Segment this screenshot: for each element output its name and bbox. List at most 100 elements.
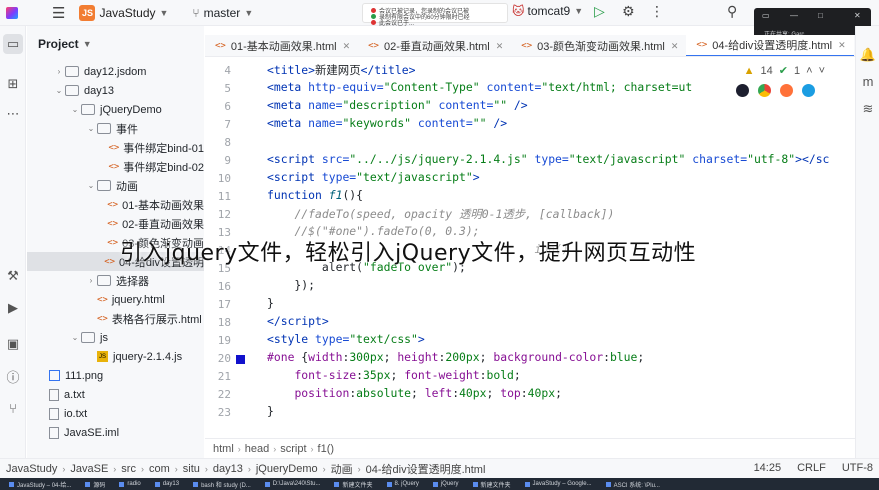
taskbar-item[interactable]: ASCI 系统: \Plu... <box>601 479 665 489</box>
status-path-item[interactable]: 04-给div设置透明度.html <box>366 461 486 477</box>
taskbar-item[interactable]: 源码 <box>80 479 110 489</box>
close-icon[interactable]: ✕ <box>838 40 846 51</box>
status-path-item[interactable]: day13 <box>213 463 243 475</box>
project-tool-icon[interactable]: ▭ <box>3 34 23 54</box>
tree-item[interactable]: ⌄ 动画 <box>27 176 204 195</box>
status-path-item[interactable]: JavaSE <box>70 463 108 475</box>
firefox-icon[interactable] <box>780 84 793 97</box>
notifications-icon[interactable]: 🔔 <box>859 46 877 64</box>
status-path-item[interactable]: src <box>121 463 136 475</box>
color-swatch-icon[interactable] <box>236 355 245 364</box>
tree-item[interactable]: <> 事件绑定bind-01 <box>27 138 204 157</box>
vcs-branch[interactable]: master <box>204 6 241 20</box>
taskbar-item[interactable]: 新建文件夹 <box>468 479 516 489</box>
taskbar-item[interactable]: day13 <box>150 479 184 489</box>
taskbar-item[interactable]: D:\Java\240\Stu... <box>260 479 326 489</box>
close-icon[interactable]: ✕ <box>343 41 351 52</box>
tree-item[interactable]: <> jquery.html <box>27 290 204 309</box>
maximize-icon[interactable]: □ <box>818 11 823 20</box>
caret-position[interactable]: 14:25 <box>754 462 782 474</box>
taskbar-item[interactable]: radio <box>114 479 145 489</box>
breadcrumb-item[interactable]: script <box>280 443 306 455</box>
build-tool-icon[interactable]: ⚒ <box>3 266 23 286</box>
database-icon[interactable]: ≋ <box>859 100 877 118</box>
tree-item[interactable]: ⌄ 事件 <box>27 119 204 138</box>
tree-item[interactable]: ⌄ day13 <box>27 81 204 100</box>
chevron-down-icon[interactable]: ⌄ <box>53 86 65 95</box>
tree-item[interactable]: io.txt <box>27 404 204 423</box>
git-tool-icon[interactable]: ⑂ <box>3 398 23 418</box>
run-icon[interactable]: ▷ <box>594 3 605 20</box>
line-separator[interactable]: CRLF <box>797 462 826 474</box>
chevron-up-icon[interactable]: ˄ <box>806 65 812 77</box>
close-icon[interactable]: ✕ <box>671 41 679 52</box>
chevron-right-icon[interactable]: › <box>53 67 65 76</box>
tree-item[interactable]: a.txt <box>27 385 204 404</box>
chevron-down-icon[interactable]: ⌄ <box>69 105 81 114</box>
taskbar-item[interactable]: JavaStudy – Google... <box>520 479 597 489</box>
structure-tool-icon[interactable]: ⊞ <box>3 74 23 94</box>
chevron-down-icon[interactable]: ˅ <box>819 65 825 77</box>
status-path-item[interactable]: situ <box>183 463 200 475</box>
breadcrumb-item[interactable]: f1() <box>318 443 335 455</box>
tree-item[interactable]: JS jquery-2.1.4.js <box>27 347 204 366</box>
tree-item[interactable]: › day12.jsdom <box>27 62 204 81</box>
status-path-item[interactable]: com <box>149 463 170 475</box>
project-switcher[interactable]: JavaStudy <box>99 6 155 20</box>
chevron-down-icon[interactable]: ⌄ <box>85 124 97 133</box>
breadcrumb-item[interactable]: head <box>245 443 269 455</box>
more-tools-icon[interactable]: ⋯ <box>3 104 23 124</box>
project-badge[interactable]: JS <box>79 4 96 21</box>
inspection-widget[interactable]: ▲ 14 ✔ 1 ˄ ˅ <box>744 64 825 78</box>
chevron-down-icon[interactable]: ⌄ <box>69 333 81 342</box>
taskbar-item[interactable]: jQuery <box>428 479 464 489</box>
file-encoding[interactable]: UTF-8 <box>842 462 873 474</box>
edge-icon[interactable] <box>802 84 815 97</box>
tree-item[interactable]: ⌄ jQueryDemo <box>27 100 204 119</box>
chrome-icon[interactable] <box>758 84 771 97</box>
status-path-item[interactable]: JavaStudy <box>6 463 57 475</box>
chevron-down-icon[interactable]: ▼ <box>160 8 169 18</box>
tree-item[interactable]: › 选择器 <box>27 271 204 290</box>
chevron-down-icon[interactable]: ▼ <box>83 39 92 49</box>
taskbar-item[interactable]: bash 和 study (D... <box>188 479 256 489</box>
problems-tool-icon[interactable]: ⓘ <box>3 366 23 386</box>
tree-item[interactable]: 111.png <box>27 366 204 385</box>
add-user-icon[interactable]: ⚲ <box>727 3 737 20</box>
tree-item[interactable]: <> 事件绑定bind-02 <box>27 157 204 176</box>
run-configuration[interactable]: 🐱 tomcat9 ▼ <box>512 4 583 18</box>
ide-browser-icon[interactable] <box>736 84 749 97</box>
editor-tab[interactable]: <> 04-给div设置透明度.html ✕ <box>686 35 854 56</box>
tree-item[interactable]: <> 02-垂直动画效果 <box>27 214 204 233</box>
tree-item[interactable]: <> 表格各行展示.html <box>27 309 204 328</box>
taskbar-item[interactable]: 新建文件夹 <box>329 479 377 489</box>
maven-icon[interactable]: m <box>859 72 877 90</box>
editor-tab[interactable]: <> 02-垂直动画效果.html ✕ <box>358 35 511 56</box>
taskbar-item[interactable]: 8. jQuery <box>382 479 424 489</box>
taskbar-item-label: 8. jQuery <box>394 481 419 487</box>
project-panel-header[interactable]: Project ▼ <box>27 26 204 62</box>
debug-icon[interactable]: ⚙ <box>622 3 635 20</box>
chevron-down-icon[interactable]: ⌄ <box>85 181 97 190</box>
meeting-notification[interactable]: 会议已被记录，您录制的会议已被 录制有限会议中的60分钟限时已经 此会议已于..… <box>362 3 508 27</box>
terminal-tool-icon[interactable]: ▣ <box>3 334 23 354</box>
stop-share-icon[interactable]: ▭ <box>762 11 770 20</box>
more-actions-icon[interactable]: ⋮ <box>650 3 664 20</box>
editor-tab[interactable]: <> 01-基本动画效果.html ✕ <box>205 35 358 56</box>
minimize-icon[interactable]: — <box>790 11 798 20</box>
editor-tab[interactable]: <> 03-颜色渐变动画效果.html ✕ <box>511 35 686 56</box>
status-path-item[interactable]: jQueryDemo <box>256 463 318 475</box>
chevron-down-icon[interactable]: ▼ <box>244 8 253 18</box>
main-menu-icon[interactable]: ☰ <box>52 4 65 22</box>
services-tool-icon[interactable]: ▶ <box>3 298 23 318</box>
tree-item[interactable]: <> 01-基本动画效果 <box>27 195 204 214</box>
breadcrumb-item[interactable]: html <box>213 443 234 455</box>
tree-item[interactable]: JavaSE.iml <box>27 423 204 442</box>
taskbar-item[interactable]: JavaStudy – 04-给... <box>4 479 76 489</box>
close-icon[interactable]: ✕ <box>496 41 504 52</box>
branch-icon[interactable]: ⑂ <box>192 6 199 20</box>
tree-item[interactable]: ⌄ js <box>27 328 204 347</box>
status-path-item[interactable]: 动画 <box>331 461 353 477</box>
chevron-right-icon[interactable]: › <box>85 276 97 285</box>
close-icon[interactable]: ✕ <box>854 11 861 20</box>
